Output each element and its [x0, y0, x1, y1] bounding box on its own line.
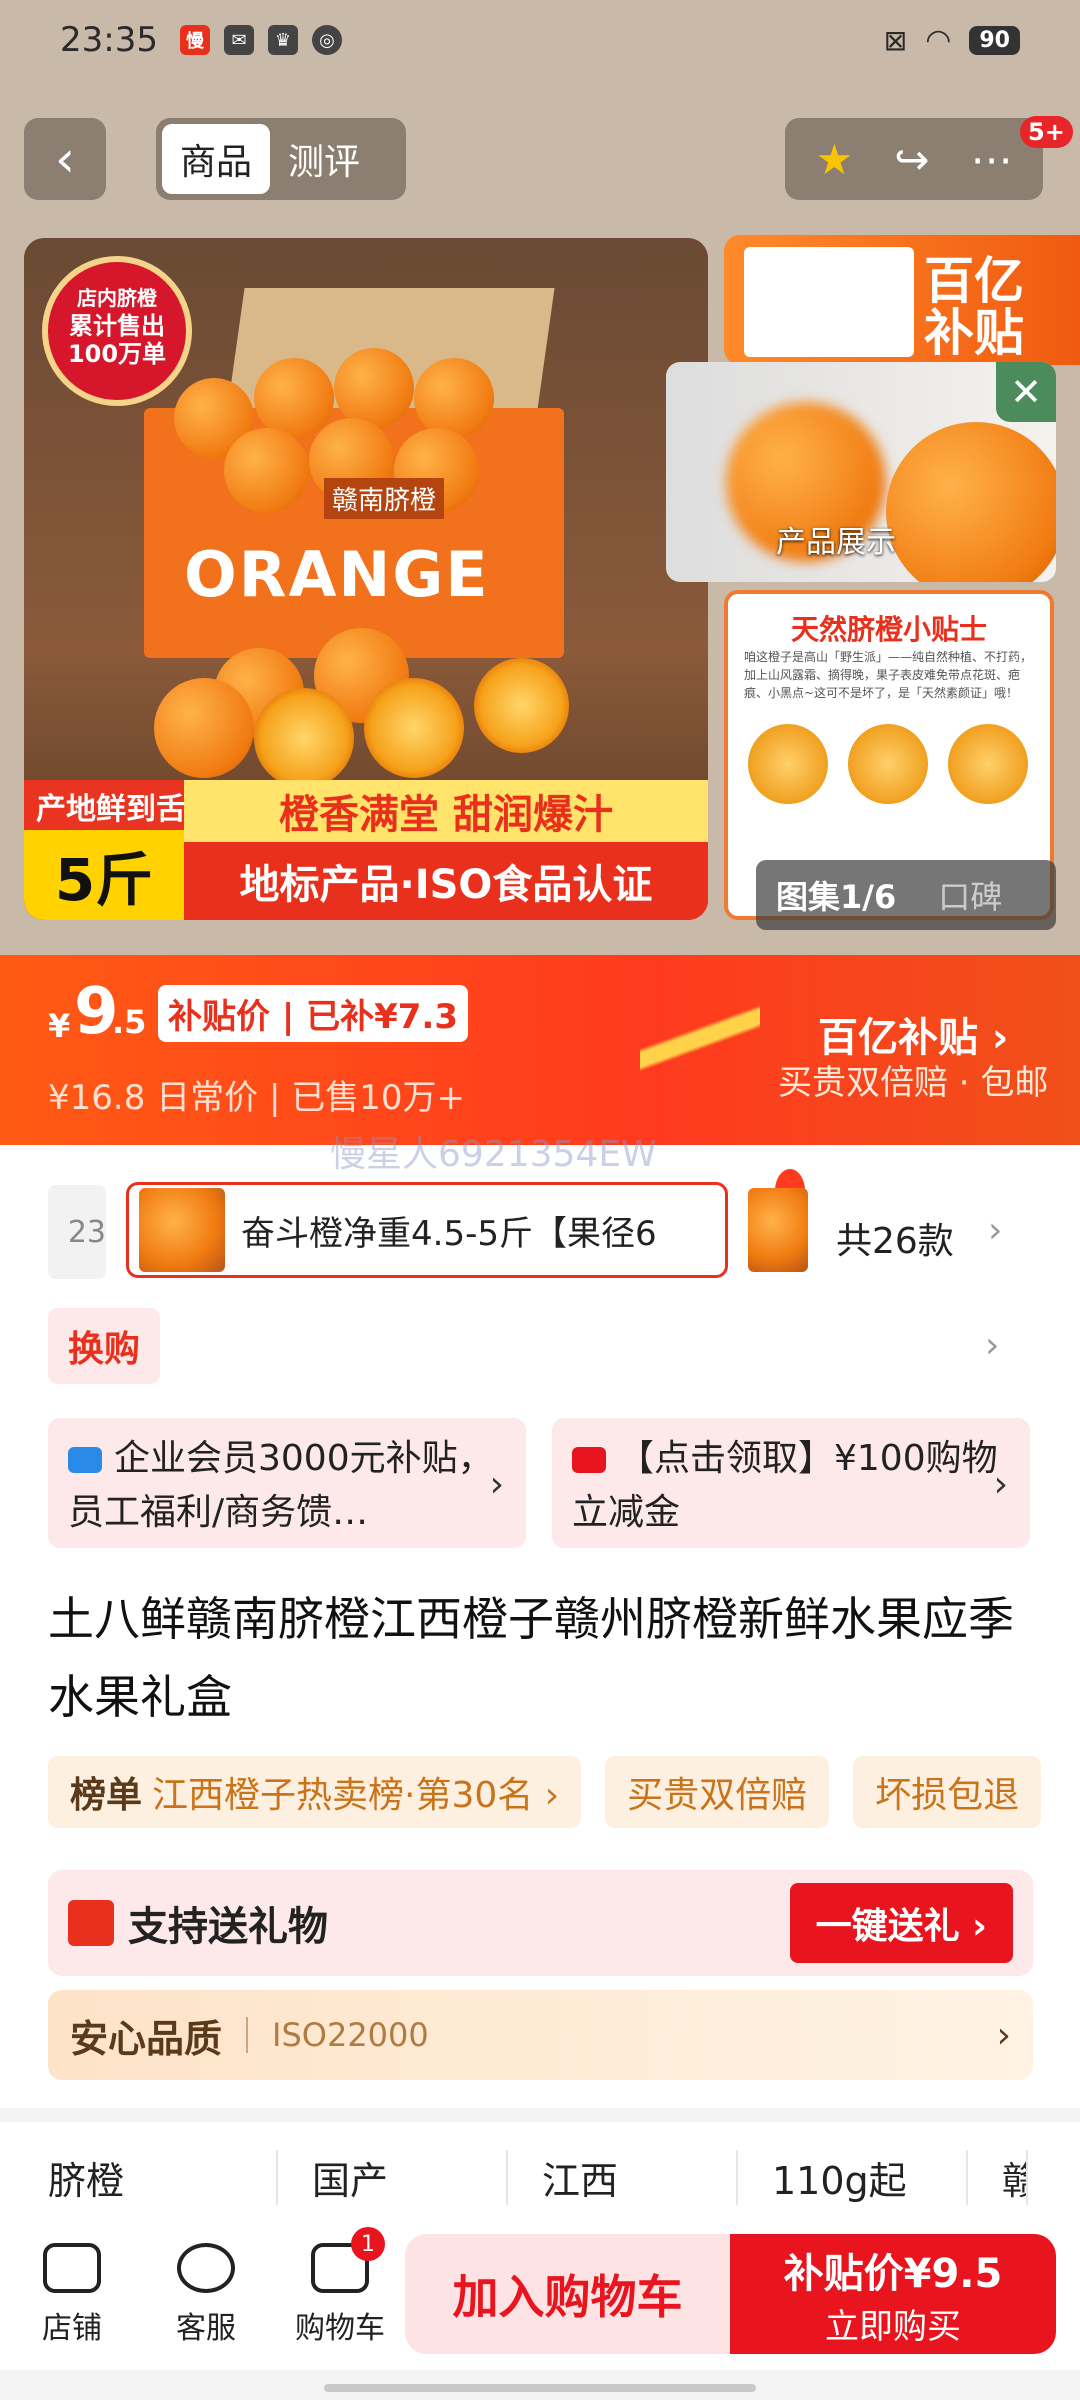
notification-badge: 5+ — [1020, 116, 1073, 148]
product-gallery-area: 23:35 慢 ✉ ♛ ◎ ⊠ ◠ 90 ‹ 商品 测评 ★ ↪ ⋯ 5+ 赣南… — [0, 0, 1080, 955]
enterprise-coupon-text: 企业会员3000元补贴，员工福利/商务馈… — [68, 1438, 494, 1533]
gift-icon — [68, 1900, 114, 1946]
attr-more: 赣 — [968, 2150, 1028, 2205]
attribute-row[interactable]: 脐橙 国产 江西 110g起 赣 — [48, 2150, 1048, 2205]
back-arrow-icon: ‹ — [55, 130, 75, 188]
service-icon — [177, 2243, 235, 2293]
battery-indicator: 90 — [969, 25, 1020, 55]
lightning-decoration — [640, 955, 760, 1145]
home-indicator[interactable] — [324, 2384, 756, 2392]
user-watermark: 慢星人6921354EW — [330, 1134, 657, 1175]
send-gift-button[interactable]: 一键送礼 › — [789, 1883, 1013, 1963]
sku-chevron-icon[interactable]: › — [988, 1210, 1002, 1251]
discount-coupon[interactable]: 【点击领取】¥100购物立减金 › — [552, 1418, 1030, 1548]
page-tabs: 商品 测评 — [156, 118, 406, 200]
product-title: 土八鲜赣南脐橙江西橙子赣州脐橙新鲜水果应季水果礼盒 — [48, 1592, 1014, 1724]
original-price-sold: ¥16.8 日常价 | 已售10万+ — [48, 1078, 465, 1118]
chevron-right-icon: › — [489, 1464, 504, 1505]
box-brand-label: 赣南脐橙 — [324, 478, 445, 519]
slogan-line: 橙香满堂 甜润爆汁 — [184, 780, 708, 842]
damage-refund-badge[interactable]: 坏损包退 — [853, 1756, 1042, 1828]
tips-body: 咱这橙子是高山「野生派」——纯自然种植、不打药，加上山风露霜、摘得晚，果子表皮难… — [744, 650, 1033, 700]
sales-seal: 店内脐橙 累计售出 100万单 — [42, 256, 192, 406]
sku-selector: 23 奋斗橙净重4.5-5斤【果径6 共26款 › — [48, 1169, 1048, 1282]
double-refund-badge[interactable]: 买贵双倍赔 — [605, 1756, 830, 1828]
card-icon — [572, 1447, 606, 1473]
cart-button[interactable]: 1 购物车 — [278, 2227, 402, 2347]
enterprise-icon — [68, 1447, 102, 1473]
gift-label: 支持送礼物 — [128, 1904, 328, 1950]
quality-label: 安心品质 — [70, 2016, 223, 2061]
swap-chevron-icon[interactable]: › — [985, 1325, 999, 1366]
close-icon: ✕ — [1010, 370, 1042, 414]
buy-price: 补贴价¥9.5 — [783, 2250, 1003, 2297]
gift-row: 支持送礼物 一键送礼 › — [48, 1870, 1033, 1976]
certificate-image — [744, 247, 914, 357]
swap-purchase-tag[interactable]: 换购 — [48, 1308, 161, 1384]
cert-line: 地标产品·ISO食品认证 — [184, 842, 708, 920]
weight-tag: 5斤 — [24, 830, 184, 920]
back-button[interactable]: ‹ — [24, 118, 106, 200]
attr-weight: 110g起 — [738, 2150, 968, 2205]
share-icon[interactable]: ↪ — [894, 135, 929, 184]
tab-product[interactable]: 商品 — [162, 124, 271, 194]
more-icon[interactable]: ⋯ — [970, 135, 1012, 184]
quality-row[interactable]: 安心品质 ISO22000 › — [48, 1990, 1033, 2080]
app-notification-icon: 慢 — [179, 25, 210, 55]
price-decimal: .5 — [112, 1003, 147, 1041]
sku-thumb — [139, 1188, 225, 1272]
subsidy-price-tag: 补贴价 | 已补¥7.3 — [158, 985, 468, 1042]
main-product-image[interactable]: 赣南脐橙 ORANGE 店内脐橙 累计售出 100万单 产地鲜到舌尖 5斤 橙香… — [24, 238, 708, 920]
cart-icon: 1 — [311, 2227, 385, 2293]
sku-selected-label: 奋斗橙净重4.5-5斤【果径6 — [241, 1213, 657, 1254]
enterprise-coupon[interactable]: 企业会员3000元补贴，员工福利/商务馈… › — [48, 1418, 526, 1548]
discount-coupon-text: 【点击领取】¥100购物立减金 — [572, 1438, 998, 1533]
top-actions: ★ ↪ ⋯ — [785, 118, 1043, 200]
status-bar: 23:35 慢 ✉ ♛ ◎ ⊠ ◠ 90 — [0, 0, 1080, 80]
message-icon: ✉ — [223, 25, 254, 55]
quality-cert: ISO22000 — [272, 2016, 429, 2054]
circle-app-icon: ◎ — [311, 25, 342, 55]
preview-label: 产品展示 — [776, 525, 896, 560]
buy-now-label: 立即购买 — [825, 2306, 961, 2347]
buy-now-button[interactable]: 补贴价¥9.5 立即购买 — [730, 2234, 1056, 2354]
ranking-badge[interactable]: 榜单 江西橙子热卖榜·第30名 › — [48, 1756, 582, 1828]
favorite-star-icon[interactable]: ★ — [816, 135, 854, 184]
sku-count[interactable]: 共26款 — [836, 1212, 954, 1264]
cart-count-badge: 1 — [351, 2227, 385, 2261]
gallery-indicator[interactable]: 图集1/6 口碑 — [756, 860, 1056, 930]
crown-icon: ♛ — [267, 25, 298, 55]
reviews-link[interactable]: 口碑 — [916, 872, 1002, 918]
close-preview-button[interactable]: ✕ — [996, 362, 1056, 422]
attr-type: 脐橙 — [48, 2150, 278, 2205]
status-time: 23:35 — [60, 20, 158, 60]
wifi-icon: ◠ — [925, 22, 952, 58]
sku-selected-option[interactable]: 奋斗橙净重4.5-5斤【果径6 — [126, 1169, 805, 1278]
gallery-count[interactable]: 图集1/6 — [756, 872, 916, 918]
badge-row: 榜单 江西橙子热卖榜·第30名 › 买贵双倍赔 坏损包退 — [48, 1756, 1042, 1828]
shop-button[interactable]: 店铺 — [10, 2243, 134, 2347]
chevron-right-icon: › — [993, 1464, 1008, 1505]
price-currency: ¥ — [48, 1007, 71, 1045]
subsidy-thumb-text: 百亿 补贴 — [924, 252, 1024, 362]
attr-province: 江西 — [508, 2150, 738, 2205]
chevron-right-icon: › — [996, 2014, 1011, 2056]
sku-prev-option[interactable]: 23 — [48, 1185, 106, 1279]
sku-next-option[interactable] — [748, 1188, 808, 1272]
promo-band: 产地鲜到舌尖 5斤 橙香满堂 甜润爆汁 地标产品·ISO食品认证 — [24, 780, 708, 920]
tab-review[interactable]: 测评 — [270, 124, 378, 194]
mute-icon: ⊠ — [883, 23, 908, 57]
tips-title: 天然脐橙小贴士 — [790, 613, 987, 646]
shop-icon — [43, 2243, 101, 2293]
price-band: ¥ 9 .5 补贴价 | 已补¥7.3 ¥16.8 日常价 | 已售10万+ 百… — [0, 955, 1080, 1145]
subsidy-guarantee: 买贵双倍赔 · 包邮 — [778, 1063, 1049, 1103]
add-to-cart-button[interactable]: 加入购物车 — [405, 2234, 730, 2354]
subsidy-banner-thumb[interactable]: 百亿 补贴 — [724, 235, 1080, 365]
box-orange-text: ORANGE — [184, 538, 490, 611]
attr-origin: 国产 — [278, 2150, 508, 2205]
service-button[interactable]: 客服 — [144, 2243, 268, 2347]
